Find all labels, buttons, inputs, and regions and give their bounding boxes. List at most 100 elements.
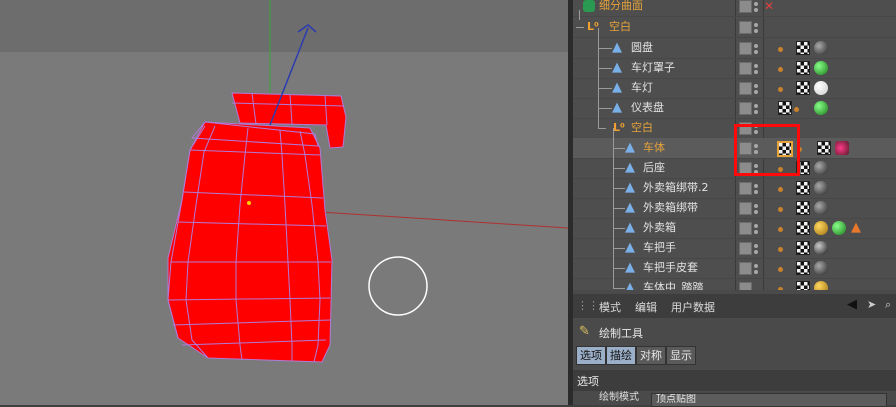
material-ball-icon[interactable]	[814, 221, 828, 235]
tab-paint[interactable]: 描绘	[606, 346, 636, 365]
editor-visibility-dot[interactable]	[754, 2, 758, 6]
phong-tag-icon[interactable]	[778, 67, 783, 72]
editor-visibility-dot[interactable]	[754, 224, 758, 228]
editor-visibility-dot[interactable]	[754, 244, 758, 248]
tab-options[interactable]: 选项	[576, 346, 606, 365]
object-row[interactable]: ▲ 外卖箱绑带	[573, 188, 896, 219]
tab-symmetry[interactable]: 对称	[636, 346, 666, 365]
checker-texture-tag-icon[interactable]	[796, 261, 810, 275]
layer-icon[interactable]	[739, 242, 752, 255]
layer-icon[interactable]	[739, 222, 752, 235]
editor-visibility-dot[interactable]	[754, 23, 758, 27]
menu-mode[interactable]: 模式	[599, 299, 621, 315]
object-row[interactable]: ▲ 车灯罩子	[573, 48, 896, 79]
layer-icon[interactable]	[739, 0, 752, 13]
object-row-subdivision[interactable]: 细分曲面 ✕	[573, 0, 896, 20]
render-visibility-dot[interactable]	[754, 8, 758, 12]
checker-texture-tag-icon[interactable]	[778, 101, 792, 115]
render-visibility-dot[interactable]	[754, 190, 758, 194]
object-row[interactable]: ▲ 车灯	[573, 68, 896, 99]
checker-texture-tag-icon[interactable]	[796, 201, 810, 215]
material-ball-icon[interactable]	[814, 161, 828, 175]
object-label: 车体	[643, 141, 665, 154]
render-visibility-dot[interactable]	[754, 50, 758, 54]
material-ball-icon[interactable]	[814, 261, 828, 275]
polygon-object-icon: ▲	[625, 220, 635, 235]
layer-icon[interactable]	[739, 62, 752, 75]
checker-texture-tag-icon[interactable]	[796, 41, 810, 55]
object-row[interactable]: ▲ 外卖箱绑带.2	[573, 168, 896, 199]
object-row[interactable]: ▲ 车把手	[573, 228, 896, 259]
object-row[interactable]: ▲ 仪表盘	[573, 88, 896, 119]
layer-icon[interactable]	[739, 82, 752, 95]
checker-texture-tag-icon[interactable]	[796, 281, 810, 290]
phong-tag-icon[interactable]	[778, 47, 783, 52]
layer-icon[interactable]	[739, 262, 752, 275]
search-icon[interactable]: ⌕	[885, 298, 891, 312]
material-ball-icon[interactable]	[814, 201, 828, 215]
checker-texture-tag-icon[interactable]	[796, 181, 810, 195]
phong-tag-icon[interactable]	[794, 107, 799, 112]
3d-viewport[interactable]	[0, 0, 568, 405]
checker-texture-tag-icon[interactable]	[796, 61, 810, 75]
editor-visibility-dot[interactable]	[754, 44, 758, 48]
render-visibility-dot[interactable]	[754, 90, 758, 94]
editor-visibility-dot[interactable]	[754, 64, 758, 68]
object-row[interactable]: ▲ 外卖箱 ▲	[573, 208, 896, 239]
render-visibility-dot[interactable]	[754, 270, 758, 274]
checker-texture-tag-icon[interactable]	[796, 241, 810, 255]
material-ball-icon[interactable]	[814, 241, 828, 255]
render-visibility-dot[interactable]	[754, 29, 758, 33]
editor-visibility-dot[interactable]	[754, 204, 758, 208]
render-visibility-dot[interactable]	[754, 110, 758, 114]
paint-mode-field[interactable]: 绘制模式 顶点贴图	[573, 392, 896, 407]
car-body-mesh[interactable]	[167, 121, 333, 363]
layer-icon[interactable]	[739, 282, 752, 290]
material-ball-icon[interactable]	[814, 181, 828, 195]
viewport-scene[interactable]	[0, 0, 568, 405]
phong-tag-icon[interactable]	[778, 87, 783, 92]
phong-tag-icon[interactable]	[778, 207, 783, 212]
menu-user-data[interactable]: 用户数据	[671, 299, 715, 315]
back-arrow-icon[interactable]: ◀	[847, 297, 857, 312]
object-row[interactable]: ▲ 车体中_踏踏	[573, 268, 896, 290]
material-ball-icon[interactable]	[814, 101, 828, 115]
object-row[interactable]: ▲ 圆盘	[573, 28, 896, 59]
material-ball-icon[interactable]	[814, 61, 828, 75]
material-ball-icon[interactable]	[814, 281, 828, 290]
layer-icon[interactable]	[739, 182, 752, 195]
phong-tag-icon[interactable]	[778, 267, 783, 272]
render-visibility-dot[interactable]	[754, 210, 758, 214]
render-visibility-dot[interactable]	[754, 250, 758, 254]
disabled-cross-icon[interactable]: ✕	[764, 0, 774, 12]
options-section-header[interactable]: 选项	[573, 370, 896, 391]
object-label: 外卖箱绑带	[643, 201, 698, 214]
material-ball-icon[interactable]	[832, 221, 846, 235]
editor-visibility-dot[interactable]	[754, 184, 758, 188]
render-visibility-dot[interactable]	[754, 230, 758, 234]
material-ball-icon[interactable]	[814, 41, 828, 55]
tab-display[interactable]: 显示	[666, 346, 696, 365]
checker-texture-tag-icon[interactable]	[796, 81, 810, 95]
phong-tag-icon[interactable]	[778, 227, 783, 232]
layer-icon[interactable]	[739, 102, 752, 115]
forward-arrow-icon[interactable]: ➤	[867, 298, 876, 311]
render-visibility-dot[interactable]	[754, 70, 758, 74]
checker-texture-tag-icon[interactable]	[817, 141, 831, 155]
object-label: 车灯	[631, 81, 653, 94]
editor-visibility-dot[interactable]	[754, 104, 758, 108]
material-ball-icon[interactable]	[814, 81, 828, 95]
layer-icon[interactable]	[739, 21, 752, 34]
object-row-null[interactable]: L⁰ 空白	[573, 17, 896, 38]
checker-texture-tag-icon[interactable]	[796, 221, 810, 235]
phong-tag-icon[interactable]	[778, 187, 783, 192]
object-row[interactable]: ▲ 车把手皮套	[573, 248, 896, 279]
phong-tag-icon[interactable]	[778, 247, 783, 252]
layer-icon[interactable]	[739, 202, 752, 215]
editor-visibility-dot[interactable]	[754, 84, 758, 88]
material-ball-icon[interactable]	[835, 141, 849, 155]
editor-visibility-dot[interactable]	[754, 264, 758, 268]
menu-edit[interactable]: 编辑	[635, 299, 657, 315]
layer-icon[interactable]	[739, 42, 752, 55]
warning-triangle-icon[interactable]: ▲	[851, 221, 865, 235]
